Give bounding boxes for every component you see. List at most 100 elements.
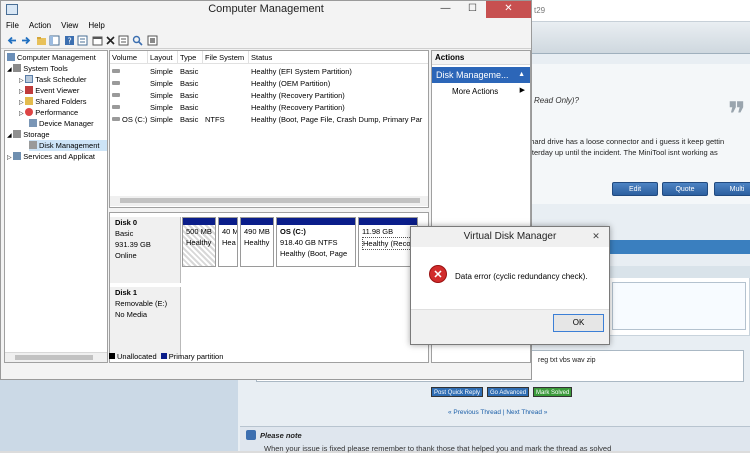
show-hide-tree-icon[interactable]	[49, 35, 60, 46]
previous-thread-link[interactable]: « Previous Thread	[448, 409, 501, 416]
column-status[interactable]: Status	[249, 51, 428, 64]
scrollbar-thumb[interactable]	[15, 355, 93, 360]
title-bar[interactable]: Computer Management — ☐ ✕	[1, 1, 531, 19]
disk-1-type: Removable (E:)	[115, 299, 168, 308]
volume-cell: Basic	[180, 115, 199, 124]
mark-solved-button[interactable]: Mark Solved	[533, 387, 573, 397]
post-quick-reply-button[interactable]: Post Quick Reply	[431, 387, 484, 397]
actions-disk-management[interactable]: Disk Manageme... ▲	[432, 67, 530, 83]
thread-navigation: « Previous Thread | Next Thread »	[448, 409, 547, 416]
volume-cell: Healthy (Recovery Partition)	[251, 91, 345, 100]
reply-textarea[interactable]	[612, 282, 746, 330]
primary-partition-bar	[277, 218, 355, 225]
scrollbar-thumb[interactable]	[120, 198, 420, 203]
console-tree: Computer Management ◢ System Tools ▷ Tas…	[4, 50, 108, 363]
column-file-system[interactable]: File System	[203, 51, 249, 64]
column-volume[interactable]: Volume	[110, 51, 148, 64]
browser-address-bar[interactable]: t29	[530, 0, 750, 22]
help-icon[interactable]: ?	[64, 35, 75, 46]
volume-row[interactable]: Simple Basic Healthy (Recovery Partition)	[110, 102, 428, 113]
performance-icon	[25, 108, 34, 116]
volume-row[interactable]: OS (C:) Simple Basic NTFS Healthy (Boot, Pag…	[110, 114, 428, 125]
ok-button[interactable]: OK	[553, 314, 604, 332]
menu-view[interactable]: View	[56, 19, 83, 33]
tree-item-services-applications[interactable]: ▷ Services and Applicat	[7, 151, 95, 162]
tree-item-computer-management[interactable]: Computer Management	[7, 52, 96, 63]
more-actions[interactable]: More Actions	[452, 86, 498, 97]
volume-cell: Simple	[150, 91, 173, 100]
svg-text:?: ?	[68, 37, 72, 46]
legend-unallocated: Unallocated	[117, 352, 157, 361]
volume-disk-icon	[112, 93, 120, 97]
tree-item-disk-management[interactable]: Disk Management	[29, 140, 107, 151]
column-layout[interactable]: Layout	[148, 51, 178, 64]
virtual-disk-manager-dialog: Virtual Disk Manager ✕ ✕ Data error (cyc…	[410, 226, 610, 345]
collapse-arrow-icon[interactable]: ▲	[518, 67, 525, 83]
maximize-button[interactable]: ☐	[459, 1, 486, 18]
tree-item-storage[interactable]: ◢ Storage	[7, 129, 50, 140]
tree-item-shared-folders[interactable]: ▷ Shared Folders	[19, 96, 87, 107]
volume-row[interactable]: Simple Basic Healthy (Recovery Partition)	[110, 90, 428, 101]
volume-list-header: Volume Layout Type File System Status	[110, 51, 428, 64]
volume-horizontal-scrollbar[interactable]	[110, 196, 428, 206]
menu-help[interactable]: Help	[83, 19, 109, 33]
multi-quote-button[interactable]: Multi	[714, 182, 750, 196]
tree-item-performance[interactable]: ▷ Performance	[19, 107, 78, 118]
tree-horizontal-scrollbar[interactable]	[5, 352, 107, 362]
edit-button[interactable]: Edit	[612, 182, 658, 196]
reply-panel-header	[608, 266, 750, 278]
disk-0-label[interactable]: Disk 0 Basic 931.39 GB Online	[110, 217, 181, 283]
column-type[interactable]: Type	[178, 51, 203, 64]
volume-cell: Healthy (Boot, Page File, Crash Dump, Pr…	[251, 115, 423, 124]
tree-label: Shared Folders	[35, 97, 87, 106]
partition-recovery-2[interactable]: 11.98 GB Healthy (Reco	[358, 217, 418, 267]
up-folder-icon[interactable]	[36, 35, 47, 46]
back-arrow-icon[interactable]	[7, 35, 18, 46]
volume-cell	[110, 66, 148, 77]
error-icon: ✕	[429, 265, 447, 283]
tree-label: Services and Applicat	[23, 152, 95, 161]
delete-icon[interactable]	[105, 35, 116, 46]
partition-size: 918.40 GB NTFS	[280, 238, 338, 247]
primary-partition-bar	[359, 218, 417, 225]
tree-item-system-tools[interactable]: ◢ System Tools	[7, 63, 68, 74]
settings-icon[interactable]	[147, 35, 158, 46]
volume-cell: Simple	[150, 67, 173, 76]
new-window-icon[interactable]	[92, 35, 103, 46]
device-manager-icon	[29, 119, 37, 127]
volume-name: OS (C:)	[122, 115, 148, 124]
desktop-background	[0, 380, 240, 451]
partition-efi[interactable]: 500 MB Healthy	[182, 217, 216, 267]
tree-item-device-manager[interactable]: Device Manager	[29, 118, 94, 129]
volume-list: Volume Layout Type File System Status Si…	[109, 50, 429, 208]
partition-os-c[interactable]: OS (C:) 918.40 GB NTFS Healthy (Boot, Page	[276, 217, 356, 267]
disk-1-label[interactable]: Disk 1 Removable (E:) No Media	[110, 287, 181, 359]
partition-oem[interactable]: 40 M Hea	[218, 217, 238, 267]
close-button[interactable]: ✕	[486, 1, 531, 18]
forward-arrow-icon[interactable]	[20, 35, 31, 46]
go-advanced-button[interactable]: Go Advanced	[487, 387, 530, 397]
next-thread-link[interactable]: Next Thread »	[506, 409, 547, 416]
partition-recovery-1[interactable]: 490 MB Healthy	[240, 217, 274, 267]
tree-item-event-viewer[interactable]: ▷ Event Viewer	[19, 85, 79, 96]
note-text: When your issue is fixed please remember…	[264, 444, 612, 453]
primary-partition-bar	[219, 218, 237, 225]
quote-button[interactable]: Quote	[662, 182, 708, 196]
tree-item-task-scheduler[interactable]: ▷ Task Scheduler	[19, 74, 87, 85]
menu-action[interactable]: Action	[24, 19, 56, 33]
volume-cell: Simple	[150, 79, 173, 88]
submenu-arrow-icon[interactable]: ▶	[520, 86, 525, 94]
disk-0-size: 931.39 GB	[115, 240, 151, 249]
menu-file[interactable]: File	[1, 19, 24, 33]
dialog-close-button[interactable]: ✕	[589, 230, 603, 243]
volume-row[interactable]: Simple Basic Healthy (EFI System Partition…	[110, 66, 428, 77]
volume-row[interactable]: Simple Basic Healthy (OEM Partition)	[110, 78, 428, 89]
please-note-box: Please note When your issue is fixed ple…	[240, 426, 750, 453]
computer-icon	[7, 53, 15, 61]
properties-icon[interactable]	[77, 35, 88, 46]
search-icon[interactable]	[132, 35, 143, 46]
minimize-button[interactable]: —	[432, 1, 459, 18]
volume-cell	[110, 102, 148, 113]
note-icon	[246, 430, 256, 440]
refresh-icon[interactable]	[118, 35, 129, 46]
